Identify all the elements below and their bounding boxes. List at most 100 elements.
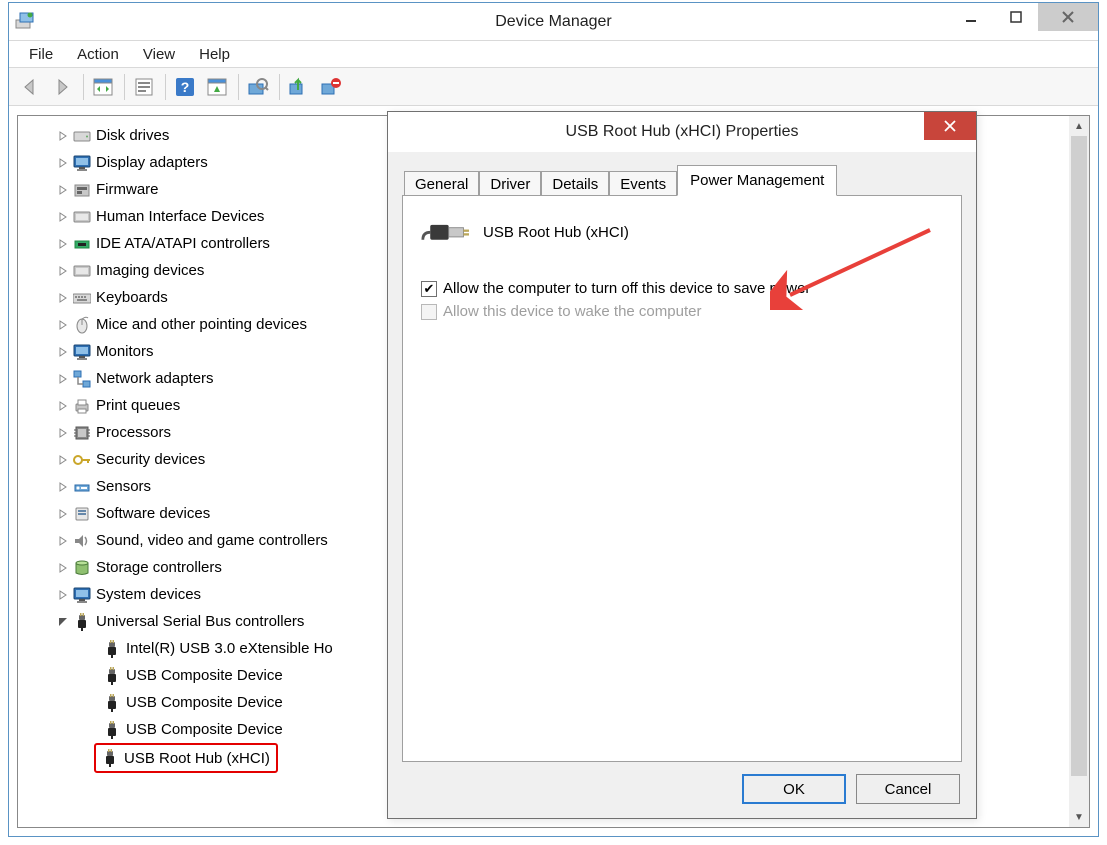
minimize-button[interactable] <box>948 3 993 31</box>
toolbar-back-button[interactable] <box>15 72 45 102</box>
expand-icon[interactable] <box>56 237 70 251</box>
toolbar-separator <box>124 74 125 100</box>
svg-text:?: ? <box>181 79 190 95</box>
toolbar-show-hide-button[interactable] <box>88 72 118 102</box>
tab-power-management[interactable]: Power Management <box>677 165 837 196</box>
device-icon <box>421 212 469 252</box>
cpu-icon <box>72 423 92 443</box>
toolbar-update-button[interactable] <box>202 72 232 102</box>
expand-icon[interactable] <box>56 453 70 467</box>
tabstrip: General Driver Details Events Power Mana… <box>402 166 962 196</box>
expand-icon[interactable] <box>56 480 70 494</box>
menu-file[interactable]: File <box>17 43 65 66</box>
tree-item-label: IDE ATA/ATAPI controllers <box>96 230 270 257</box>
ok-button[interactable]: OK <box>742 774 846 804</box>
tree-item-label: Mice and other pointing devices <box>96 311 307 338</box>
tab-panel: USB Root Hub (xHCI) ✔ Allow the computer… <box>402 195 962 762</box>
toolbar-help-button[interactable]: ? <box>170 72 200 102</box>
expand-icon[interactable] <box>56 372 70 386</box>
tree-item-label: Human Interface Devices <box>96 203 264 230</box>
tab-driver[interactable]: Driver <box>479 171 541 197</box>
menu-help[interactable]: Help <box>187 43 242 66</box>
titlebar[interactable]: Device Manager <box>9 3 1098 41</box>
ide-icon <box>72 234 92 254</box>
tree-item-label: Keyboards <box>96 284 168 311</box>
usb-plug-icon <box>102 693 122 713</box>
tree-item-label: Display adapters <box>96 149 208 176</box>
tree-item-label: Storage controllers <box>96 554 222 581</box>
tree-item-label: Security devices <box>96 446 205 473</box>
expand-icon[interactable] <box>56 426 70 440</box>
usb-plug-icon <box>102 720 122 740</box>
tree-item-label: USB Root Hub (xHCI) <box>124 745 270 772</box>
expand-icon[interactable] <box>56 534 70 548</box>
properties-dialog: USB Root Hub (xHCI) Properties General D… <box>387 111 977 819</box>
expand-icon[interactable] <box>56 399 70 413</box>
tree-item-label: Processors <box>96 419 171 446</box>
toolbar-uninstall-button[interactable] <box>284 72 314 102</box>
tree-item-label: USB Composite Device <box>126 662 283 689</box>
device-name-label: USB Root Hub (xHCI) <box>483 224 629 241</box>
tree-item-label: Software devices <box>96 500 210 527</box>
software-icon <box>72 504 92 524</box>
checkbox-allow-power-off[interactable]: ✔ Allow the computer to turn off this de… <box>421 280 943 297</box>
expand-icon[interactable] <box>56 561 70 575</box>
toolbar-scan-button[interactable] <box>243 72 273 102</box>
menu-action[interactable]: Action <box>65 43 131 66</box>
monitor-icon <box>72 342 92 362</box>
expand-icon[interactable] <box>56 183 70 197</box>
tree-item-label: Imaging devices <box>96 257 204 284</box>
imaging-icon <box>72 261 92 281</box>
window-buttons <box>948 3 1098 33</box>
sensor-icon <box>72 477 92 497</box>
tree-item-label: Monitors <box>96 338 154 365</box>
checkbox-label: Allow this device to wake the computer <box>443 303 701 320</box>
toolbar-separator <box>238 74 239 100</box>
menu-view[interactable]: View <box>131 43 187 66</box>
tree-item-label: Firmware <box>96 176 159 203</box>
tree-item-label: USB Composite Device <box>126 689 283 716</box>
disk-icon <box>72 126 92 146</box>
tree-item-label: Sensors <box>96 473 151 500</box>
toolbar-separator <box>165 74 166 100</box>
expand-icon[interactable] <box>56 318 70 332</box>
expand-icon[interactable] <box>56 264 70 278</box>
tab-events[interactable]: Events <box>609 171 677 197</box>
checkbox-allow-wake: Allow this device to wake the computer <box>421 303 943 320</box>
firmware-icon <box>72 180 92 200</box>
toolbar-disable-button[interactable] <box>316 72 346 102</box>
printer-icon <box>72 396 92 416</box>
expand-icon[interactable] <box>56 291 70 305</box>
maximize-button[interactable] <box>993 3 1038 31</box>
close-button[interactable] <box>1038 3 1098 31</box>
checkbox-icon: ✔ <box>421 281 437 297</box>
tree-item-label: Disk drives <box>96 122 169 149</box>
tree-item-label: USB Composite Device <box>126 716 283 743</box>
toolbar-properties-button[interactable] <box>129 72 159 102</box>
tree-item-highlighted[interactable]: USB Root Hub (xHCI) <box>94 743 278 773</box>
expand-icon[interactable] <box>56 345 70 359</box>
sound-icon <box>72 531 92 551</box>
collapse-icon[interactable] <box>56 615 70 629</box>
dialog-titlebar[interactable]: USB Root Hub (xHCI) Properties <box>388 112 976 152</box>
toolbar-forward-button[interactable] <box>47 72 77 102</box>
expand-icon[interactable] <box>56 507 70 521</box>
expand-icon[interactable] <box>56 210 70 224</box>
tab-details[interactable]: Details <box>541 171 609 197</box>
tree-item-label: Network adapters <box>96 365 214 392</box>
dialog-close-button[interactable] <box>924 112 976 140</box>
checkbox-label: Allow the computer to turn off this devi… <box>443 280 810 297</box>
tree-item-label: Print queues <box>96 392 180 419</box>
expand-icon[interactable] <box>56 156 70 170</box>
storage-icon <box>72 558 92 578</box>
cancel-button[interactable]: Cancel <box>856 774 960 804</box>
vertical-scrollbar[interactable]: ▲ ▼ <box>1069 116 1089 827</box>
expand-icon[interactable] <box>56 129 70 143</box>
expand-icon[interactable] <box>56 588 70 602</box>
toolbar: ? <box>9 68 1098 106</box>
dialog-title: USB Root Hub (xHCI) Properties <box>566 123 799 141</box>
display-icon <box>72 153 92 173</box>
security-icon <box>72 450 92 470</box>
tab-general[interactable]: General <box>404 171 479 197</box>
usb-icon <box>72 612 92 632</box>
